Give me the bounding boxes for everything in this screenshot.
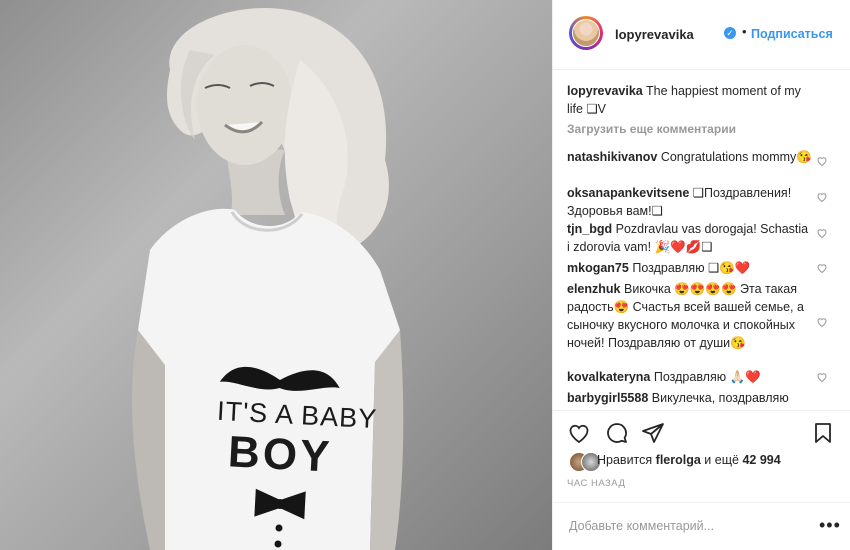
avatar-image (572, 19, 600, 47)
comment-username[interactable]: tjn_bgd (567, 222, 612, 236)
verified-badge-icon: ✓ (724, 27, 736, 39)
like-heart-icon[interactable] (567, 421, 591, 445)
post-header: lopyrevavika ✓ • Подписаться (553, 0, 850, 70)
comment-text: Поздравляю ❑😘❤️ (632, 261, 751, 275)
comment-username[interactable]: mkogan75 (567, 261, 629, 275)
load-more-comments-button[interactable]: Загрузить еще комментарии (567, 122, 736, 136)
follow-button[interactable]: Подписаться (751, 27, 833, 41)
comment-item: natashikivanov Congratulations mommy😘 (567, 148, 812, 166)
add-comment-bar: ••• (553, 502, 850, 550)
comment-item: elenzhuk Викочка 😍😍😍😍 Эта такая радость😍… (567, 280, 812, 352)
header-separator: • (742, 24, 747, 39)
liker-username[interactable]: flerolga (656, 453, 701, 467)
likes-text: Нравится flerolga и ещё 42 994 (597, 453, 781, 467)
comment-username[interactable]: oksanapankevitsene (567, 186, 689, 200)
action-bar (553, 410, 850, 450)
likes-count[interactable]: 42 994 (742, 453, 780, 467)
likes-middle: и ещё (704, 453, 739, 467)
comment-item: tjn_bgd Pozdravlau vas dorogaja! Schasti… (567, 220, 812, 256)
likes-prefix: Нравится (597, 453, 653, 467)
likes-summary: Нравится flerolga и ещё 42 994 (553, 448, 850, 474)
comment-item: mkogan75 Поздравляю ❑😘❤️ (567, 259, 812, 277)
comment-like-heart-icon[interactable] (816, 371, 828, 383)
comment-item: kovalkateryna Поздравляю 🙏🏻❤️ (567, 368, 812, 386)
more-options-icon[interactable]: ••• (819, 515, 841, 536)
comment-bubble-icon[interactable] (605, 421, 629, 445)
comment-like-heart-icon[interactable] (816, 155, 828, 167)
comment-text: Congratulations mommy😘 (660, 150, 812, 164)
header-username[interactable]: lopyrevavika (615, 27, 694, 42)
bookmark-save-icon[interactable] (811, 421, 835, 445)
comment-text: Поздравляю 🙏🏻❤️ (653, 370, 761, 384)
caption: lopyrevavika The happiest moment of my l… (567, 82, 812, 118)
post-photo[interactable]: IT'S A BABY BOY (0, 0, 552, 550)
comments-list[interactable]: lopyrevavika The happiest moment of my l… (553, 70, 850, 410)
post-sidebar: lopyrevavika ✓ • Подписаться lopyrevavik… (552, 0, 850, 550)
caption-username[interactable]: lopyrevavika (567, 84, 643, 98)
comment-username[interactable]: barbygirl5588 (567, 391, 648, 405)
comment-item: barbygirl5588 Викулечка, поздравляю (567, 389, 812, 407)
share-send-icon[interactable] (641, 421, 665, 445)
comment-username[interactable]: elenzhuk (567, 282, 621, 296)
comment-item: oksanapankevitsene ❑Поздравления! Здоров… (567, 184, 812, 220)
comment-input[interactable] (567, 515, 801, 537)
comment-like-heart-icon[interactable] (816, 262, 828, 274)
comment-like-heart-icon[interactable] (816, 191, 828, 203)
comment-text: Викулечка, поздравляю (651, 391, 789, 405)
tshirt-text-line2: BOY (226, 427, 334, 482)
profile-avatar[interactable] (569, 16, 603, 50)
post-timestamp[interactable]: ЧАС НАЗАД (567, 478, 625, 489)
comment-like-heart-icon[interactable] (816, 227, 828, 239)
comment-username[interactable]: natashikivanov (567, 150, 657, 164)
comment-like-heart-icon[interactable] (816, 316, 828, 328)
comment-username[interactable]: kovalkateryna (567, 370, 650, 384)
